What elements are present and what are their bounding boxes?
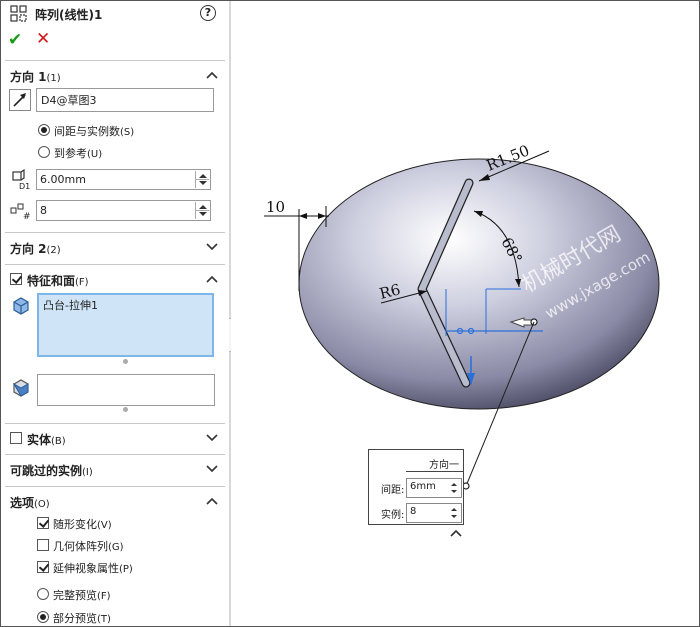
svg-text:D1: D1: [19, 182, 30, 191]
propagate-visual-label: 延伸视象属性(P): [53, 562, 133, 575]
chevron-down-icon[interactable]: [206, 242, 218, 252]
partial-preview-radio[interactable]: [37, 611, 49, 623]
callout-instances-label: 实例:: [381, 510, 405, 521]
linear-pattern-icon: [10, 5, 27, 22]
partial-preview-label: 部分预览(T): [53, 612, 111, 625]
help-icon[interactable]: ?: [200, 5, 216, 21]
chevron-up-icon[interactable]: [206, 70, 218, 80]
vary-sketch-label: 随形变化(V): [53, 518, 112, 531]
cancel-button[interactable]: ✕: [36, 29, 50, 49]
full-preview-label: 完整预览(F): [53, 589, 111, 602]
callout-spacing-stepper[interactable]: [450, 481, 460, 495]
skip-instances-header[interactable]: 可跳过的实例(I): [10, 462, 93, 479]
dim-arrow: [299, 213, 307, 219]
callout-collapse-icon[interactable]: [450, 529, 462, 537]
geometry-pattern-checkbox[interactable]: [37, 539, 49, 551]
divider: [5, 60, 225, 61]
callout-spacing-input[interactable]: 6mm: [406, 478, 462, 498]
direction-arrow-icon[interactable]: [9, 89, 31, 111]
instances-input[interactable]: 8: [36, 200, 211, 221]
chevron-down-icon[interactable]: [206, 433, 218, 443]
spacing-input[interactable]: 6.00mm: [36, 169, 211, 190]
callout-spacing-label: 间距:: [381, 485, 405, 496]
direction2-header[interactable]: 方向 2(2): [10, 240, 61, 257]
pattern-callout[interactable]: 方向一 间距: 6mm 实例: 8: [368, 449, 464, 525]
full-preview-radio[interactable]: [37, 588, 49, 600]
chevron-up-icon[interactable]: [206, 274, 218, 284]
instances-stepper[interactable]: [195, 202, 209, 219]
ok-button[interactable]: ✔: [8, 30, 22, 50]
callout-instances-input[interactable]: 8: [406, 503, 462, 523]
spacing-instances-label: 间距与实例数(S): [54, 125, 135, 138]
divider: [5, 264, 225, 265]
callout-instances-stepper[interactable]: [450, 506, 460, 520]
up-to-reference-radio[interactable]: [38, 146, 50, 158]
chevron-down-icon[interactable]: [206, 464, 218, 474]
panel-header: 阵列(线性)1 ?: [1, 1, 229, 27]
features-list[interactable]: 凸台-拉伸1: [37, 293, 214, 357]
list-item[interactable]: 凸台-拉伸1: [43, 297, 98, 313]
resize-handle[interactable]: [123, 407, 128, 412]
divider: [406, 471, 463, 472]
divider: [5, 486, 225, 487]
instances-icon: #: [10, 203, 31, 222]
bodies-header[interactable]: 实体(B): [27, 431, 66, 448]
callout-title: 方向一: [429, 460, 459, 471]
face-selection-icon: [12, 379, 29, 397]
options-header[interactable]: 选项(O): [10, 494, 50, 511]
panel-title: 阵列(线性)1: [35, 8, 103, 22]
geometry-pattern-label: 几何体阵列(G): [53, 540, 124, 553]
features-faces-checkbox[interactable]: [10, 273, 22, 285]
divider: [5, 423, 225, 424]
features-faces-header[interactable]: 特征和面(F): [27, 272, 89, 289]
dim-text-10[interactable]: 10: [266, 198, 285, 216]
divider: [5, 454, 225, 455]
divider: [5, 232, 225, 233]
model-canvas[interactable]: 10 R1.50 68° R6 机械时代网 www.jxage.com: [231, 1, 699, 626]
graphics-area[interactable]: 10 R1.50 68° R6 机械时代网 www.jxage.com 方向一 …: [231, 1, 699, 626]
spacing-icon: D1: [12, 169, 30, 191]
property-manager-panel: 阵列(线性)1 ? ✔ ✕ 方向 1(1) D4@草图3 间距与实例数(S) 到…: [1, 1, 229, 626]
up-to-reference-label: 到参考(U): [54, 147, 103, 160]
direction1-reference-field[interactable]: D4@草图3: [36, 88, 214, 112]
vary-sketch-checkbox[interactable]: [37, 517, 49, 529]
dim-arrow: [318, 213, 326, 219]
bodies-checkbox[interactable]: [10, 432, 22, 444]
svg-text:#: #: [23, 212, 31, 222]
spacing-instances-radio[interactable]: [38, 124, 50, 136]
chevron-up-icon[interactable]: [206, 496, 218, 506]
direction1-header[interactable]: 方向 1(1): [10, 68, 61, 85]
propagate-visual-checkbox[interactable]: [37, 561, 49, 573]
resize-handle[interactable]: [123, 359, 128, 364]
spacing-stepper[interactable]: [195, 171, 209, 188]
feature-selection-icon: [13, 297, 29, 315]
faces-list[interactable]: [37, 374, 215, 406]
